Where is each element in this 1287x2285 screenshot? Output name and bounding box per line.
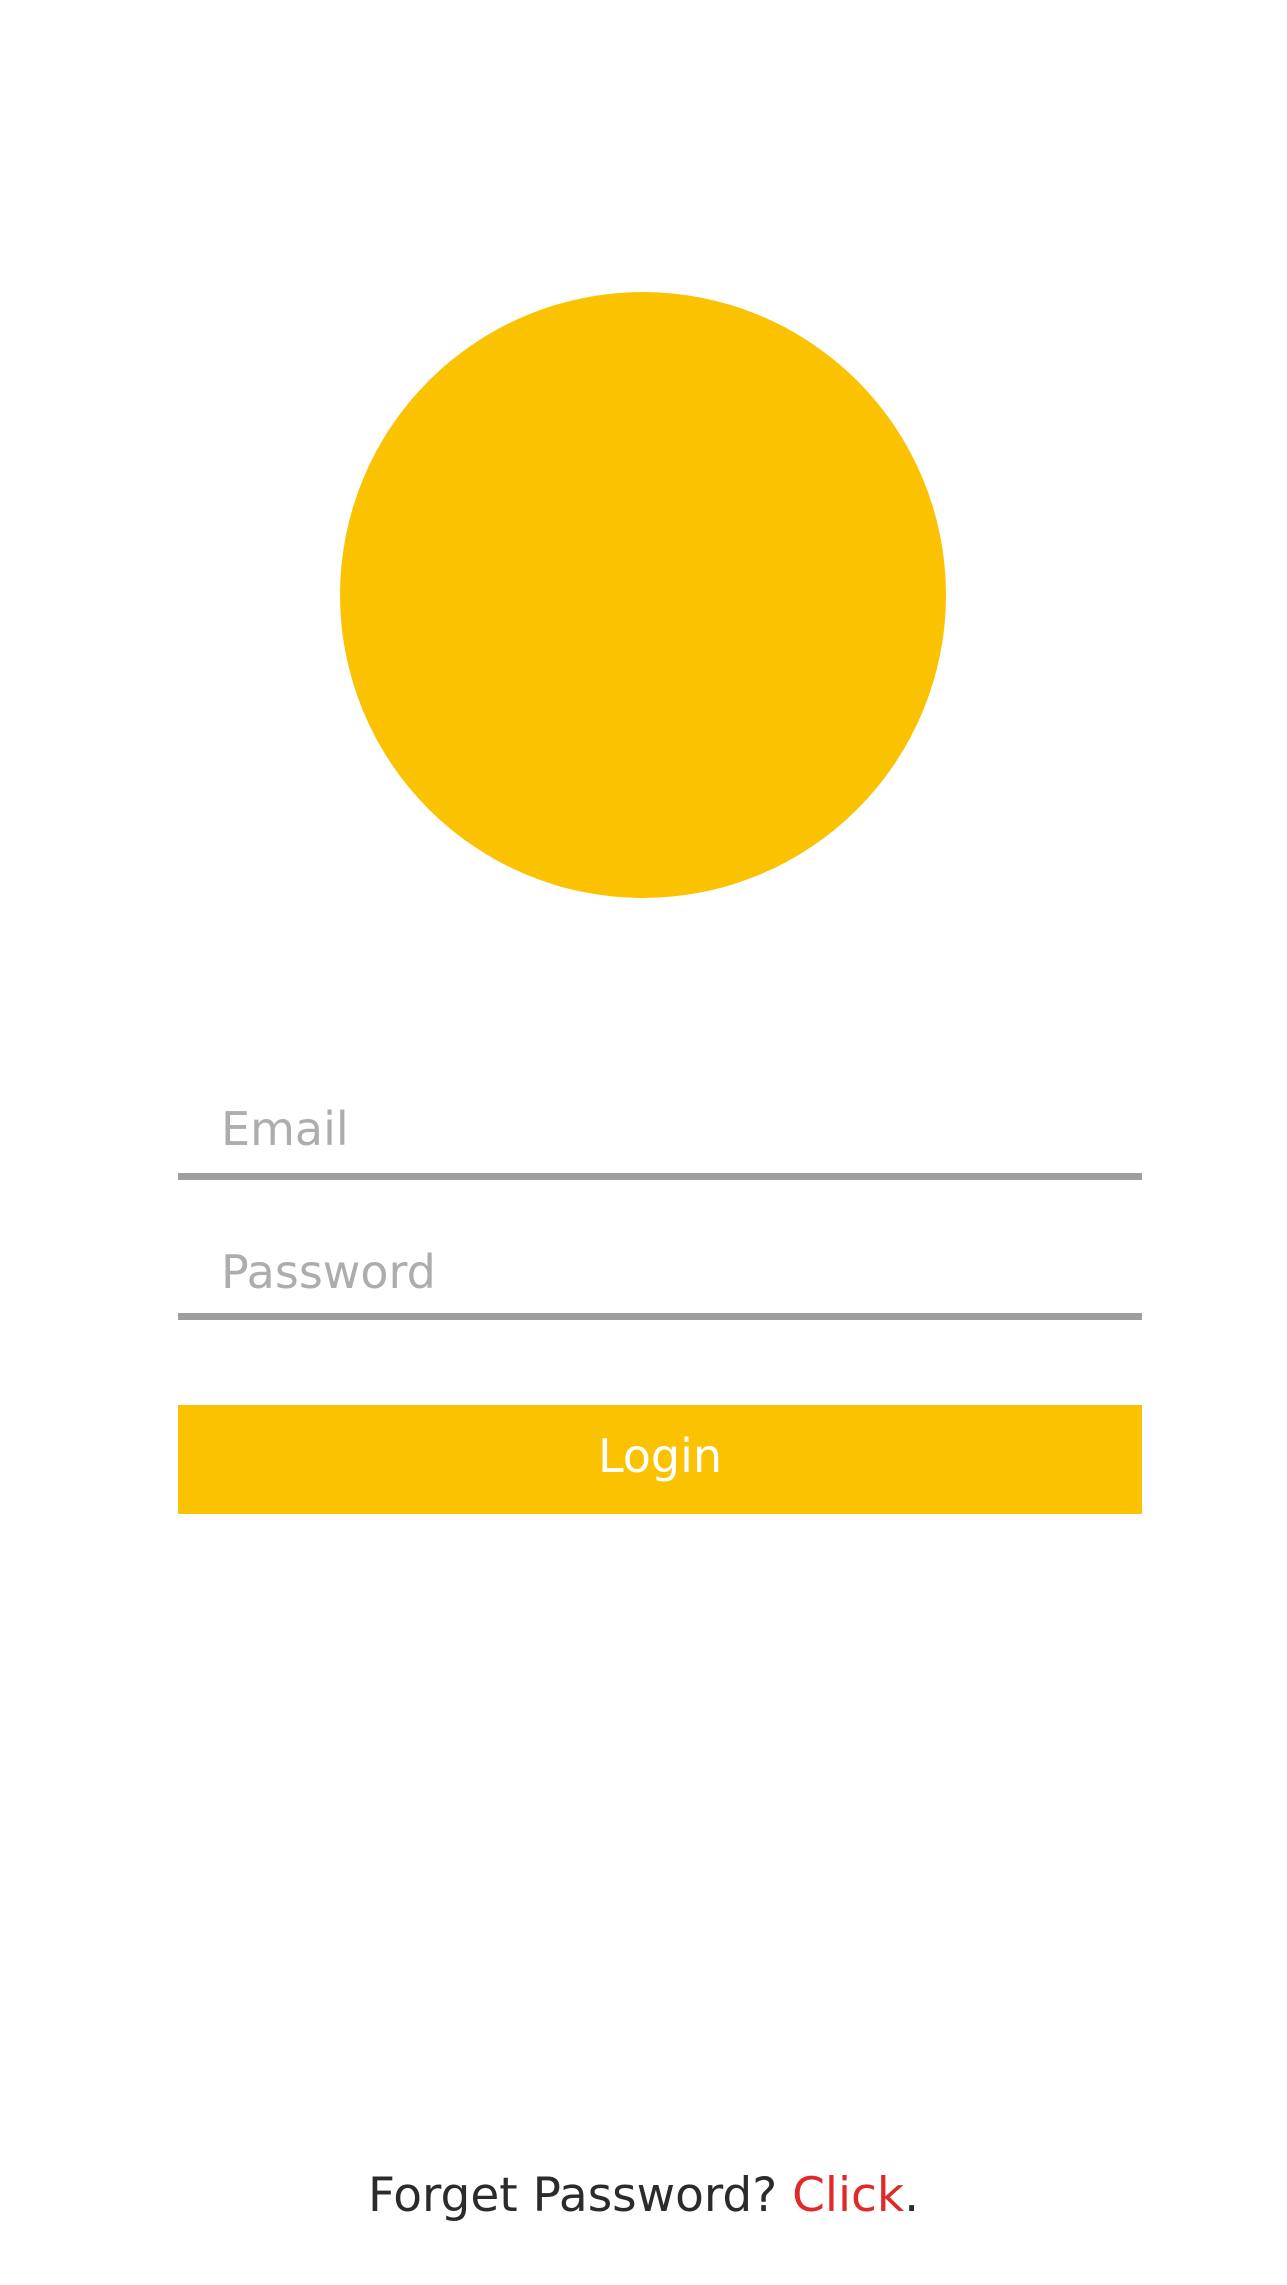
email-field-container [178, 1085, 1142, 1180]
login-button[interactable]: Login [178, 1405, 1142, 1514]
email-input[interactable] [178, 1085, 1142, 1173]
password-field-container [178, 1230, 1142, 1320]
forgot-password-prompt: Forget Password? [367, 2168, 793, 2223]
logo-circle [340, 292, 946, 898]
footer-suffix: . [904, 2168, 920, 2223]
forgot-password-link[interactable]: Click [792, 2168, 904, 2223]
password-input[interactable] [178, 1230, 1142, 1313]
forgot-password-footer: Forget Password? Click. [0, 2168, 1287, 2223]
